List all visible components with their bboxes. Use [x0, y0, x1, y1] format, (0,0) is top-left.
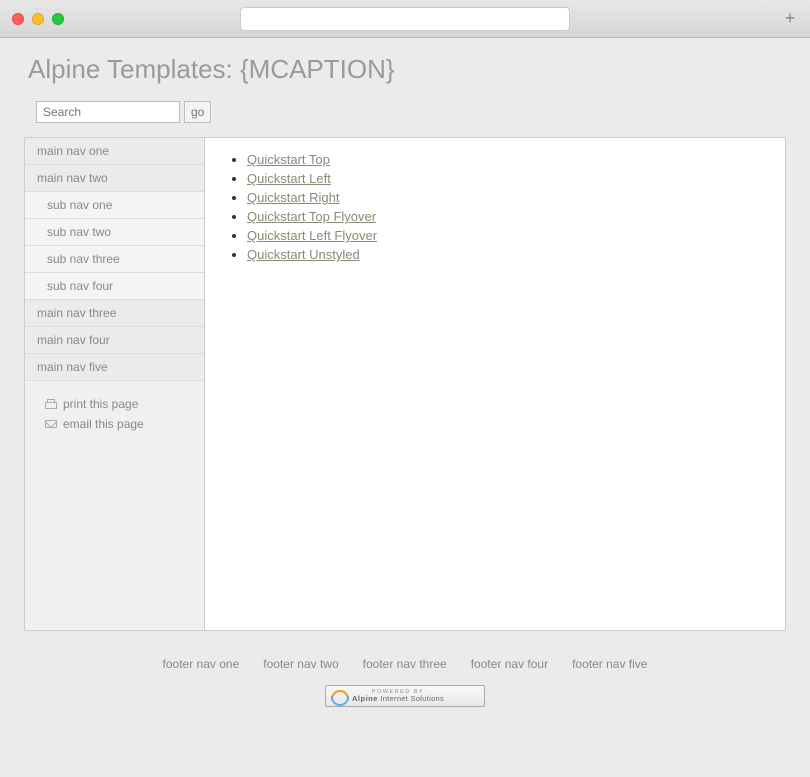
- email-label: email this page: [63, 417, 144, 431]
- sidebar-subnav-item[interactable]: sub nav four: [25, 273, 204, 300]
- sidebar-nav-item[interactable]: main nav four: [25, 327, 204, 354]
- list-item: Quickstart Left: [247, 171, 767, 186]
- footer: footer nav one footer nav two footer nav t…: [24, 639, 786, 719]
- new-tab-button[interactable]: +: [782, 11, 798, 27]
- email-icon: [45, 420, 57, 428]
- quickstart-link[interactable]: Quickstart Unstyled: [247, 247, 360, 262]
- address-bar[interactable]: [240, 7, 570, 31]
- quickstart-link[interactable]: Quickstart Top Flyover: [247, 209, 376, 224]
- sidebar-nav-item[interactable]: main nav two: [25, 165, 204, 192]
- main-content: Quickstart Top Quickstart Left Quickstart …: [205, 138, 785, 630]
- quickstart-link[interactable]: Quickstart Right: [247, 190, 339, 205]
- quickstart-link[interactable]: Quickstart Left: [247, 171, 331, 186]
- footer-nav-item[interactable]: footer nav one: [163, 657, 240, 671]
- search-go-button[interactable]: go: [184, 101, 211, 123]
- traffic-lights: [12, 13, 64, 25]
- page-header: Alpine Templates: {MCAPTION}: [0, 38, 810, 93]
- minimize-window-button[interactable]: [32, 13, 44, 25]
- footer-nav-item[interactable]: footer nav four: [471, 657, 548, 671]
- quickstart-link[interactable]: Quickstart Left Flyover: [247, 228, 377, 243]
- list-item: Quickstart Right: [247, 190, 767, 205]
- main-frame: main nav onemain nav twosub nav onesub n…: [24, 137, 786, 631]
- print-label: print this page: [63, 397, 138, 411]
- sidebar-nav-item[interactable]: main nav five: [25, 354, 204, 381]
- sidebar-tools: print this page email this page: [25, 381, 204, 453]
- footer-nav: footer nav one footer nav two footer nav t…: [24, 657, 786, 671]
- sidebar-nav-item[interactable]: main nav three: [25, 300, 204, 327]
- sidebar-subnav-item[interactable]: sub nav one: [25, 192, 204, 219]
- list-item: Quickstart Unstyled: [247, 247, 767, 262]
- footer-nav-item[interactable]: footer nav three: [363, 657, 447, 671]
- sidebar-nav: main nav onemain nav twosub nav onesub n…: [25, 138, 204, 381]
- footer-nav-item[interactable]: footer nav five: [572, 657, 647, 671]
- page-title: Alpine Templates: {MCAPTION}: [28, 54, 782, 85]
- quickstart-list: Quickstart Top Quickstart Left Quickstart …: [223, 152, 767, 262]
- print-page-link[interactable]: print this page: [45, 397, 184, 411]
- powered-brand: Alpine Internet Solutions: [352, 695, 444, 703]
- search-input[interactable]: [36, 101, 180, 123]
- search-row: go: [0, 93, 810, 137]
- list-item: Quickstart Top Flyover: [247, 209, 767, 224]
- email-page-link[interactable]: email this page: [45, 417, 184, 431]
- page-content: Alpine Templates: {MCAPTION} go main nav…: [0, 38, 810, 719]
- sidebar-nav-item[interactable]: main nav one: [25, 138, 204, 165]
- alpine-logo-icon: [330, 688, 346, 704]
- quickstart-link[interactable]: Quickstart Top: [247, 152, 330, 167]
- print-icon: [45, 399, 57, 409]
- close-window-button[interactable]: [12, 13, 24, 25]
- browser-window: + Alpine Templates: {MCAPTION} go main n…: [0, 0, 810, 777]
- titlebar: +: [0, 0, 810, 38]
- sidebar-subnav-item[interactable]: sub nav three: [25, 246, 204, 273]
- sidebar-subnav-item[interactable]: sub nav two: [25, 219, 204, 246]
- footer-nav-item[interactable]: footer nav two: [263, 657, 338, 671]
- list-item: Quickstart Top: [247, 152, 767, 167]
- powered-text: Powered by Alpine Internet Solutions: [352, 690, 444, 703]
- zoom-window-button[interactable]: [52, 13, 64, 25]
- list-item: Quickstart Left Flyover: [247, 228, 767, 243]
- sidebar: main nav onemain nav twosub nav onesub n…: [25, 138, 205, 630]
- powered-by-badge[interactable]: Powered by Alpine Internet Solutions: [325, 685, 485, 707]
